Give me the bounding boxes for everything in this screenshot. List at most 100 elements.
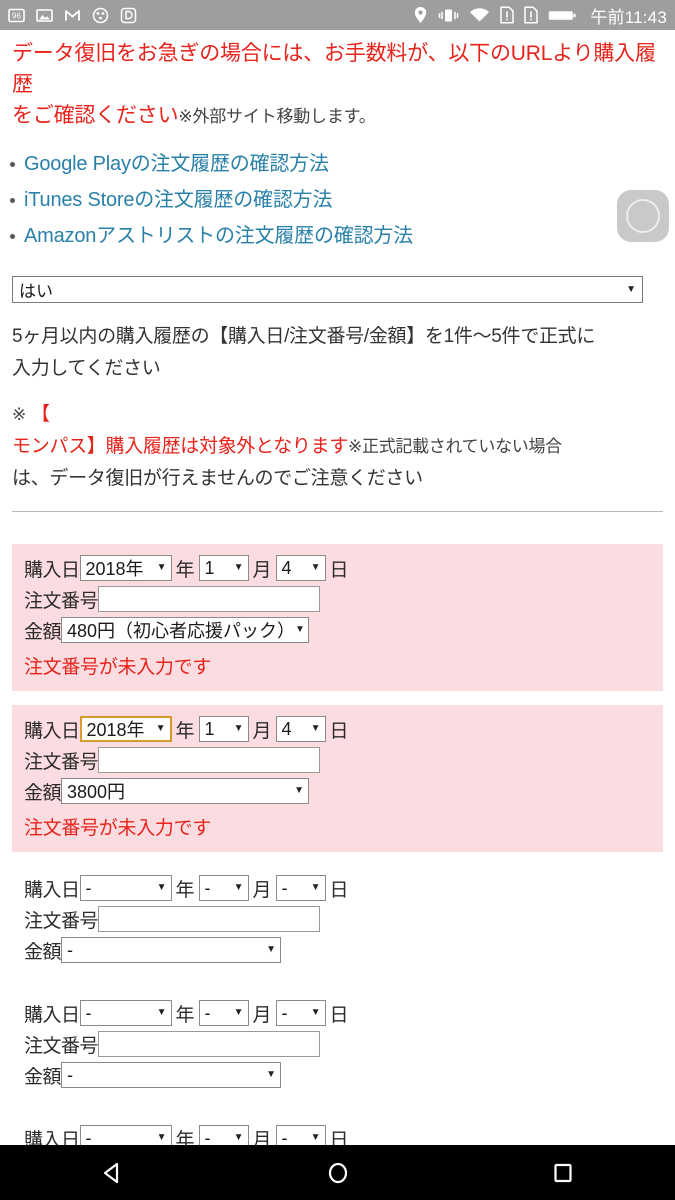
chevron-down-icon: ▼ bbox=[294, 785, 305, 796]
purchase-entry-2: 購入日 2018年 ▼ 年 1 ▼ 月 4 ▼ 日 注文番号 金額 3800円 … bbox=[12, 705, 663, 852]
amount-row: 金額 - ▼ bbox=[24, 1061, 651, 1089]
order-history-link-list: Google Playの注文履歴の確認方法 iTunes Storeの注文履歴の… bbox=[0, 146, 675, 254]
amount-select-1[interactable]: 480円（初心者応援パック） ▼ bbox=[61, 617, 310, 643]
chevron-down-icon: ▼ bbox=[156, 1132, 167, 1143]
amount-label: 金額 bbox=[24, 941, 62, 963]
assistive-touch-circle-icon bbox=[626, 199, 660, 233]
month-select-2-value: 1 bbox=[204, 718, 215, 739]
chevron-down-icon: ▼ bbox=[266, 1069, 277, 1080]
purchase-entry-1: 購入日 2018年 ▼ 年 1 ▼ 月 4 ▼ 日 注文番号 金額 480円（初… bbox=[12, 544, 663, 691]
nav-home-button[interactable] bbox=[308, 1160, 368, 1186]
amount-select-2[interactable]: 3800円 ▼ bbox=[61, 778, 310, 804]
day-unit-label: 日 bbox=[329, 559, 349, 581]
link-itunes-store-order-history[interactable]: iTunes Storeの注文履歴の確認方法 bbox=[10, 182, 675, 218]
urgent-notice-line1: データ復旧をお急ぎの場合には、お手数料が、以下のURLより購入履歴 bbox=[12, 42, 656, 96]
order-number-input-3[interactable] bbox=[98, 906, 321, 932]
note-grey-line1: ※正式記載されていない場合 bbox=[348, 437, 562, 456]
nav-recents-button[interactable] bbox=[533, 1160, 593, 1186]
day-unit-label: 日 bbox=[329, 1004, 349, 1026]
year-select-4[interactable]: - ▼ bbox=[79, 1000, 172, 1026]
purchase-date-row: 購入日 - ▼ 年 - ▼ 月 - ▼ 日 bbox=[24, 874, 651, 902]
year-select-5[interactable]: - ▼ bbox=[79, 1125, 172, 1146]
order-number-label: 注文番号 bbox=[24, 751, 99, 773]
month-select-3-value: - bbox=[204, 877, 211, 898]
chevron-down-icon: ▼ bbox=[233, 1007, 244, 1018]
assistive-touch-button[interactable] bbox=[617, 190, 669, 242]
nav-back-button[interactable] bbox=[83, 1160, 143, 1186]
day-select-1[interactable]: 4 ▼ bbox=[275, 555, 326, 581]
status-bar-system-icons: 午前11:43 bbox=[413, 3, 667, 28]
amount-select-3[interactable]: - ▼ bbox=[61, 937, 282, 963]
day-select-2[interactable]: 4 ▼ bbox=[275, 716, 326, 742]
purchase-date-row: 購入日 2018年 ▼ 年 1 ▼ 月 4 ▼ 日 bbox=[24, 715, 651, 743]
month-unit-label: 月 bbox=[252, 879, 272, 901]
order-number-label: 注文番号 bbox=[24, 1035, 99, 1057]
photo-icon bbox=[36, 7, 53, 24]
amount-select-1-value: 480円（初心者応援パック） bbox=[67, 621, 296, 641]
purchase-date-label: 購入日 bbox=[24, 720, 80, 742]
note-asterisk: ※ bbox=[12, 405, 26, 424]
chevron-down-icon: ▼ bbox=[310, 562, 321, 573]
month-select-5[interactable]: - ▼ bbox=[198, 1125, 249, 1145]
confirmation-select[interactable]: はい ▼ bbox=[12, 276, 643, 303]
chevron-down-icon: ▼ bbox=[310, 1132, 321, 1143]
year-select-3[interactable]: - ▼ bbox=[79, 875, 172, 901]
chevron-down-icon: ▼ bbox=[310, 1007, 321, 1018]
day-unit-label: 日 bbox=[329, 879, 349, 901]
order-number-row: 注文番号 bbox=[24, 746, 651, 774]
phone-screen: 96 午前11:43 データ復旧をお急ぎの場合には、お手数料が、以下のURLより… bbox=[0, 0, 675, 1200]
order-number-row: 注文番号 bbox=[24, 1030, 651, 1058]
purchase-date-label: 購入日 bbox=[24, 1129, 80, 1146]
chevron-down-icon: ▼ bbox=[233, 562, 244, 573]
amount-select-4-value: - bbox=[67, 1064, 74, 1085]
month-select-4[interactable]: - ▼ bbox=[198, 1000, 249, 1026]
year-unit-label: 年 bbox=[175, 879, 195, 901]
order-number-input-2[interactable] bbox=[98, 747, 321, 773]
amount-select-4[interactable]: - ▼ bbox=[61, 1062, 282, 1088]
year-select-5-value: - bbox=[85, 1127, 92, 1146]
order-number-input-1[interactable] bbox=[98, 586, 321, 612]
exclusion-note-line1: ※ 【 bbox=[12, 399, 663, 431]
recents-square-icon bbox=[553, 1163, 572, 1182]
exclusion-note: ※ 【 モンパス】購入履歴は対象外となります※正式記載されていない場合 は、デー… bbox=[0, 385, 675, 495]
app-d-icon bbox=[120, 7, 137, 24]
order-number-label: 注文番号 bbox=[24, 590, 99, 612]
link-google-play-order-history[interactable]: Google Playの注文履歴の確認方法 bbox=[10, 146, 675, 182]
svg-text:96: 96 bbox=[12, 11, 21, 20]
year-select-2[interactable]: 2018年 ▼ bbox=[79, 716, 172, 742]
order-number-input-4[interactable] bbox=[98, 1031, 321, 1057]
year-select-2-value: 2018年 bbox=[86, 720, 145, 740]
chevron-down-icon: ▼ bbox=[155, 723, 166, 734]
home-circle-icon bbox=[328, 1162, 347, 1183]
wifi-icon bbox=[469, 7, 490, 24]
month-unit-label: 月 bbox=[252, 1004, 272, 1026]
day-select-3[interactable]: - ▼ bbox=[275, 875, 326, 901]
purchase-entry-3: 購入日 - ▼ 年 - ▼ 月 - ▼ 日 注文番号 金額 - ▼ bbox=[12, 868, 663, 969]
day-unit-label: 日 bbox=[329, 1129, 349, 1146]
section-divider bbox=[12, 511, 663, 512]
day-select-4[interactable]: - ▼ bbox=[275, 1000, 326, 1026]
instruction-line2: 入力してください bbox=[12, 358, 161, 379]
month-select-1[interactable]: 1 ▼ bbox=[198, 555, 249, 581]
year-select-1[interactable]: 2018年 ▼ bbox=[79, 555, 172, 581]
day-select-3-value: - bbox=[281, 877, 288, 898]
link-amazon-order-history[interactable]: Amazonアストリストの注文履歴の確認方法 bbox=[10, 218, 675, 254]
urgent-notice-line2-text: をご確認ください bbox=[12, 104, 179, 127]
purchase-date-row: 購入日 - ▼ 年 - ▼ 月 - ▼ 日 bbox=[24, 1124, 651, 1145]
note-grey-line2: は、データ復旧が行えませんのでご注意ください bbox=[12, 468, 423, 489]
month-select-3[interactable]: - ▼ bbox=[198, 875, 249, 901]
chevron-down-icon: ▼ bbox=[266, 944, 277, 955]
purchase-date-label: 購入日 bbox=[24, 1004, 80, 1026]
sim2-alert-icon bbox=[524, 6, 539, 24]
status-bar: 96 午前11:43 bbox=[0, 0, 675, 30]
chevron-down-icon: ▼ bbox=[233, 723, 244, 734]
day-select-5[interactable]: - ▼ bbox=[275, 1125, 326, 1145]
purchase-entry-4: 購入日 - ▼ 年 - ▼ 月 - ▼ 日 注文番号 金額 - ▼ bbox=[12, 993, 663, 1094]
day-unit-label: 日 bbox=[329, 720, 349, 742]
status-bar-notification-icons: 96 bbox=[8, 7, 137, 24]
urgent-notice: データ復旧をお急ぎの場合には、お手数料が、以下のURLより購入履歴 をご確認くだ… bbox=[0, 30, 675, 132]
amount-row: 金額 - ▼ bbox=[24, 936, 651, 964]
amount-label: 金額 bbox=[24, 621, 62, 643]
vibrate-icon bbox=[438, 7, 459, 24]
month-select-2[interactable]: 1 ▼ bbox=[198, 716, 249, 742]
